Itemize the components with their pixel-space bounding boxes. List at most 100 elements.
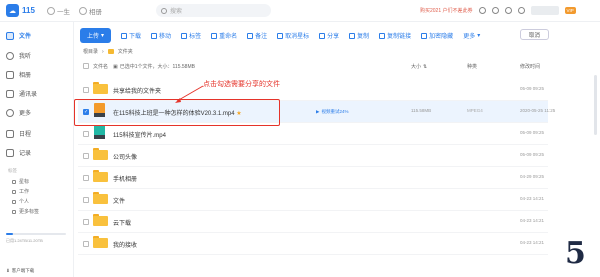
- header-type-label: 种类: [467, 64, 478, 70]
- sidebar-item-photos[interactable]: 相册: [6, 70, 31, 79]
- select-info-text: 已选中1个文件，大小：115.58MB: [119, 64, 195, 70]
- encrypt-hide-button[interactable]: 加密隐藏: [421, 31, 453, 40]
- nav-album[interactable]: 相册: [79, 6, 102, 16]
- bell-icon[interactable]: [504, 7, 512, 14]
- avatar[interactable]: [530, 6, 559, 15]
- search-input[interactable]: 搜索: [156, 4, 271, 17]
- row-name[interactable]: 115科技宣传片.mp4: [113, 130, 166, 139]
- more-button[interactable]: 更多 ▾: [463, 31, 480, 40]
- camera-icon: [79, 7, 87, 15]
- breadcrumb-current: 文件夹: [117, 49, 133, 55]
- table-row[interactable]: 文件 04-23 14:21: [78, 189, 548, 211]
- row-checkbox[interactable]: [83, 241, 89, 247]
- row-name[interactable]: 我的接收: [113, 240, 137, 249]
- headset-icon[interactable]: [491, 7, 499, 14]
- tag-item-star[interactable]: 星标: [12, 178, 29, 185]
- header-type[interactable]: 种类: [467, 63, 477, 70]
- sidebar-item-label: 文件: [19, 34, 32, 40]
- tag-item-personal[interactable]: 个人: [12, 198, 29, 205]
- table-row[interactable]: 公司头像 05-09 09:25: [78, 145, 548, 167]
- note-button[interactable]: 备注: [247, 31, 267, 40]
- sidebar-item-more[interactable]: 更多: [6, 108, 31, 117]
- more-icon: [6, 108, 14, 117]
- table-header: 文件名 ▣ 已选中1个文件，大小：115.58MB 大小 ⇅ 种类 修改时间: [78, 60, 548, 73]
- video-tag-icon: [94, 135, 105, 139]
- cancel-button[interactable]: 取消: [520, 29, 549, 40]
- sidebar-item-contacts[interactable]: 通讯录: [6, 89, 37, 98]
- row-name[interactable]: 共享给我的文件夹: [113, 86, 161, 95]
- row-type: MPEG4: [467, 108, 483, 113]
- rename-icon: [211, 32, 218, 39]
- row-name[interactable]: 文件: [113, 196, 125, 205]
- shared-folder-icon: [93, 82, 108, 94]
- download-icon: [121, 32, 128, 39]
- header-name[interactable]: 文件名: [93, 63, 108, 70]
- table-row[interactable]: 115科技宣传片.mp4 05-09 09:25: [78, 123, 548, 145]
- contacts-icon: [6, 89, 14, 98]
- help-icon[interactable]: [478, 7, 486, 14]
- folder-icon: [93, 214, 108, 226]
- folder-icon: [93, 192, 108, 204]
- scrollbar[interactable]: [594, 75, 597, 135]
- header-time[interactable]: 修改时间: [520, 63, 540, 70]
- annotation-text: 点击勾选需要分享的文件: [203, 81, 280, 88]
- toolbar-label: 复制链接: [387, 34, 412, 40]
- client-download-link[interactable]: ⬇ 客户端下载: [6, 268, 34, 274]
- row-name[interactable]: 公司头像: [113, 152, 137, 161]
- sidebar-item-calendar[interactable]: 日程: [6, 129, 31, 138]
- sidebar-item-notes[interactable]: 记录: [6, 148, 31, 157]
- tag-label: 星标: [19, 179, 30, 185]
- sidebar-item-label: 通讯录: [19, 92, 38, 98]
- copy-link-button[interactable]: 复制链接: [379, 31, 411, 40]
- sidebar-item-files[interactable]: 文件: [6, 31, 31, 40]
- row-time: 04-29 09:25: [520, 174, 545, 179]
- table-row[interactable]: 共享给我的文件夹 05-09 09:25: [78, 79, 548, 101]
- table-row[interactable]: 手机相册 04-29 09:25: [78, 167, 548, 189]
- corner-mark: 5: [565, 236, 586, 271]
- row-checkbox[interactable]: [83, 87, 89, 93]
- promo-text[interactable]: 购买2021 户们不差此券: [420, 7, 473, 14]
- table-row[interactable]: 我的接收 04-23 14:21: [78, 233, 548, 255]
- share-button[interactable]: 分享: [319, 31, 339, 40]
- row-checkbox[interactable]: [83, 153, 89, 159]
- tag-item-more[interactable]: 更多标签: [12, 208, 39, 215]
- row-name[interactable]: 手机相册: [113, 174, 137, 183]
- toolbar: 上传 ▾ 下载 移动 标签 重命名 备注 取消星标 分享 复制 复制链接 加密隐…: [80, 28, 480, 43]
- logo[interactable]: ☁ 115: [6, 4, 35, 17]
- share-icon: [319, 32, 326, 39]
- tag-item-work[interactable]: 工作: [12, 188, 29, 195]
- download-button[interactable]: 下载: [121, 31, 141, 40]
- row-checkbox[interactable]: [83, 131, 89, 137]
- row-name[interactable]: 云下载: [113, 218, 131, 227]
- select-all-checkbox[interactable]: [83, 63, 89, 69]
- row-size: 115.58MB: [411, 108, 432, 113]
- toolbar-label: 复制: [357, 34, 370, 40]
- unstar-button[interactable]: 取消星标: [277, 31, 309, 40]
- nav-yisheng[interactable]: 一生: [47, 6, 70, 16]
- row-checkbox[interactable]: [83, 219, 89, 225]
- upload-label: 上传: [87, 34, 100, 40]
- search-icon: [161, 7, 167, 14]
- upload-button[interactable]: 上传 ▾: [80, 28, 112, 43]
- star-icon: [277, 32, 284, 39]
- row-checkbox[interactable]: [83, 175, 89, 181]
- table-row[interactable]: 云下载 04-23 14:21: [78, 211, 548, 233]
- sidebar-item-listen[interactable]: 我听: [6, 51, 31, 60]
- tag-label: 工作: [19, 189, 30, 195]
- settings-icon[interactable]: [517, 7, 525, 14]
- move-button[interactable]: 移动: [151, 31, 171, 40]
- breadcrumb-root[interactable]: 根目录: [83, 48, 98, 55]
- header-size[interactable]: 大小 ⇅: [411, 63, 427, 71]
- tag-button[interactable]: 标签: [181, 31, 201, 40]
- note-icon: [247, 32, 254, 39]
- rename-button[interactable]: 重命名: [211, 31, 237, 40]
- breadcrumb: 根目录 › 文件夹: [83, 48, 133, 56]
- star-icon: [12, 179, 16, 184]
- sidebar-item-label: 我听: [19, 54, 32, 60]
- folder-icon: [93, 148, 108, 160]
- calendar-icon: [6, 129, 14, 138]
- checkbox-icon: [83, 63, 89, 69]
- video-file-icon: [94, 125, 105, 139]
- row-checkbox[interactable]: [83, 197, 89, 203]
- copy-button[interactable]: 复制: [349, 31, 369, 40]
